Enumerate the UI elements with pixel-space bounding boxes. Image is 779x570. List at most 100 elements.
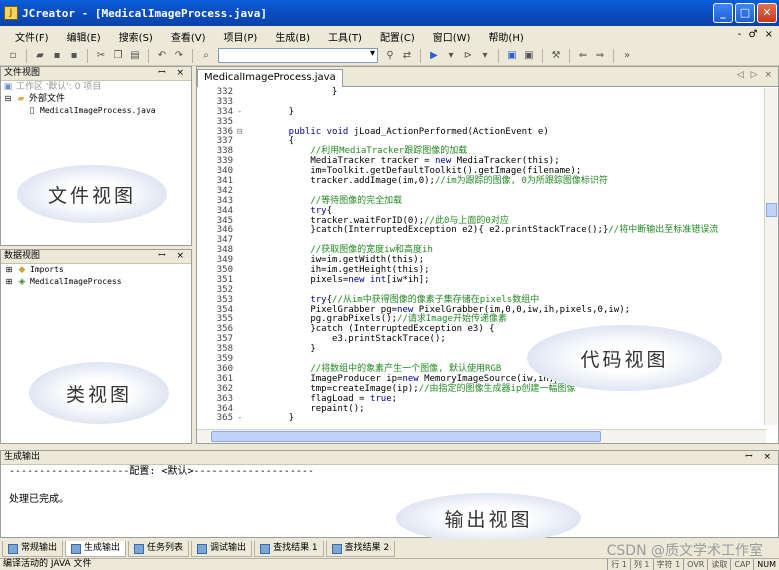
tab-label: 任务列表	[147, 543, 184, 553]
new-file-icon[interactable]: ▫	[6, 49, 20, 63]
editor-tab-medicalimageprocess[interactable]: MedicalImageProcess.java	[197, 69, 343, 87]
code-line[interactable]: }	[267, 107, 718, 118]
code-line[interactable]: //等待图像的完全加载	[267, 196, 718, 207]
replace-icon[interactable]: ⇄	[400, 49, 414, 63]
copy-icon[interactable]: ❐	[111, 49, 125, 63]
code-line[interactable]: }catch(InterruptedException e2){ e2.prin…	[267, 226, 718, 236]
code-text: }	[267, 413, 295, 424]
line-number-gutter: 332 333 334-335 336 ⊟ 337 338 339 340 341 342 343 34…	[197, 87, 247, 425]
workspace-label: 工作区 '默认': 0 项目	[16, 82, 102, 92]
tab-debug-output[interactable]: 调试输出	[191, 541, 253, 557]
external-files-node[interactable]: ⊟ ▰ 外部文件	[1, 93, 191, 105]
status-message: 编译活动的 JAVA 文件	[3, 559, 92, 569]
code-line[interactable]: }	[267, 413, 718, 424]
tab-general-output[interactable]: 常规输出	[2, 541, 64, 557]
fold-marker[interactable]: ⊟	[237, 127, 242, 138]
save-all-icon[interactable]: ▪	[67, 49, 81, 63]
imports-node[interactable]: ⊞ ◆ Imports	[1, 264, 191, 276]
menu-view[interactable]: 查看(V)	[162, 29, 215, 44]
output-panel: 生成输出 ꟷ × --------------------配置: <默认>---…	[0, 450, 779, 543]
code-text: MediaTracker(this);	[451, 156, 560, 167]
vertical-scroll-thumb[interactable]	[766, 203, 777, 217]
code-text: {	[267, 136, 295, 147]
status-read: 读取	[707, 559, 730, 570]
run-dropdown-icon[interactable]: ▾	[444, 49, 458, 63]
editor-tab-navigation[interactable]: ◁ ▷ ×	[737, 70, 774, 80]
tools-icon[interactable]: ⚒	[549, 49, 563, 63]
code-comment: //利用MediaTracker跟踪图像的加载	[267, 146, 468, 157]
code-line[interactable]	[267, 98, 718, 108]
code-line[interactable]: pixels=new int[iw*ih];	[267, 275, 718, 286]
debug-dropdown-icon[interactable]: ▾	[478, 49, 492, 63]
open-folder-icon[interactable]: ▰	[33, 49, 47, 63]
close-button[interactable]: ✕	[757, 3, 777, 23]
jcreator-app-icon[interactable]: J	[4, 6, 18, 20]
code-text: ;	[391, 393, 398, 404]
find-in-files-icon[interactable]: ⚲	[383, 49, 397, 63]
line-number: 365-	[197, 413, 247, 424]
code-text: im=Toolkit.getDefaultToolkit().getImage(…	[267, 166, 582, 177]
compile-file-icon[interactable]: ▣	[505, 49, 519, 63]
code-text: repaint();	[267, 403, 365, 414]
tab-find-results-1[interactable]: 查找结果 1	[254, 541, 324, 557]
output-icon	[71, 543, 82, 554]
menu-build[interactable]: 生成(B)	[266, 29, 319, 44]
menu-search[interactable]: 搜索(S)	[110, 29, 162, 44]
file-view-header-buttons[interactable]: ꟷ ×	[158, 67, 188, 80]
code-keyword: new	[402, 373, 419, 384]
task-list-icon	[134, 543, 145, 554]
back-icon[interactable]: ⇐	[576, 49, 590, 63]
expand-icon[interactable]: ⊞	[4, 265, 14, 275]
tab-build-output[interactable]: 生成输出	[65, 541, 127, 557]
code-text: {	[326, 205, 333, 216]
tab-find-results-2[interactable]: 查找结果 2	[325, 541, 396, 557]
search-combo[interactable]	[218, 48, 378, 63]
paste-icon[interactable]: ▤	[128, 49, 142, 63]
minimize-button[interactable]: _	[713, 3, 733, 23]
menu-edit[interactable]: 编辑(E)	[58, 29, 110, 44]
output-header-buttons[interactable]: ꟷ ×	[745, 451, 775, 464]
redo-icon[interactable]: ↷	[172, 49, 186, 63]
file-node[interactable]: ▯ MedicalImageProcess.java	[1, 105, 191, 117]
code-line[interactable]: }	[267, 87, 718, 98]
menu-project[interactable]: 项目(P)	[215, 29, 267, 44]
debug-icon[interactable]: ⊳	[461, 49, 475, 63]
workspace-node[interactable]: ▣ 工作区 '默认': 0 项目	[1, 81, 191, 93]
code-keyword: try	[267, 294, 327, 305]
code-text: }	[267, 87, 338, 97]
menu-help[interactable]: 帮助(H)	[479, 29, 532, 44]
menu-tools[interactable]: 工具(T)	[319, 29, 371, 44]
java-file-icon: ▯	[29, 106, 35, 116]
code-line[interactable]: public void jLoad_ActionPerformed(Action…	[267, 127, 718, 138]
menu-file[interactable]: 文件(F)	[6, 29, 58, 44]
tab-label: 调试输出	[210, 543, 247, 553]
data-view-header-buttons[interactable]: ꟷ ×	[158, 250, 188, 263]
toolbar-options-icon[interactable]: »	[620, 49, 634, 63]
horizontal-scrollbar[interactable]	[197, 429, 766, 443]
compile-project-icon[interactable]: ▣	[522, 49, 536, 63]
toolbar-separator	[420, 48, 421, 63]
undo-icon[interactable]: ↶	[155, 49, 169, 63]
fold-marker[interactable]: -	[237, 107, 242, 118]
vertical-scrollbar[interactable]	[764, 88, 778, 425]
code-line[interactable]: tracker.addImage(im,0);//im为跟踪的图像, 0为所跟踪…	[267, 176, 718, 187]
cut-icon[interactable]: ✂	[94, 49, 108, 63]
horizontal-scroll-thumb[interactable]	[211, 431, 601, 442]
code-line[interactable]: repaint();	[267, 403, 718, 415]
save-icon[interactable]: ▪	[50, 49, 64, 63]
fold-marker[interactable]: -	[237, 413, 242, 424]
class-node[interactable]: ⊞ ◈ MedicalImageProcess	[1, 276, 191, 288]
collapse-icon[interactable]: ⊟	[3, 94, 13, 104]
run-icon[interactable]: ▶	[427, 49, 441, 63]
menu-window[interactable]: 窗口(W)	[424, 29, 480, 44]
tab-task-list[interactable]: 任务列表	[128, 541, 190, 557]
code-text: ImageProducer ip=	[267, 373, 403, 384]
mdi-window-controls[interactable]: - ♂ ×	[738, 29, 775, 40]
code-keyword: true	[369, 393, 392, 404]
maximize-button[interactable]: □	[735, 3, 755, 23]
expand-icon[interactable]: ⊞	[4, 277, 14, 287]
code-comment: //获取图像的宽度iw和高度ih	[267, 245, 433, 256]
find-icon[interactable]: ⌕	[199, 49, 213, 63]
forward-icon[interactable]: ⇒	[593, 49, 607, 63]
menu-configure[interactable]: 配置(C)	[371, 29, 424, 44]
